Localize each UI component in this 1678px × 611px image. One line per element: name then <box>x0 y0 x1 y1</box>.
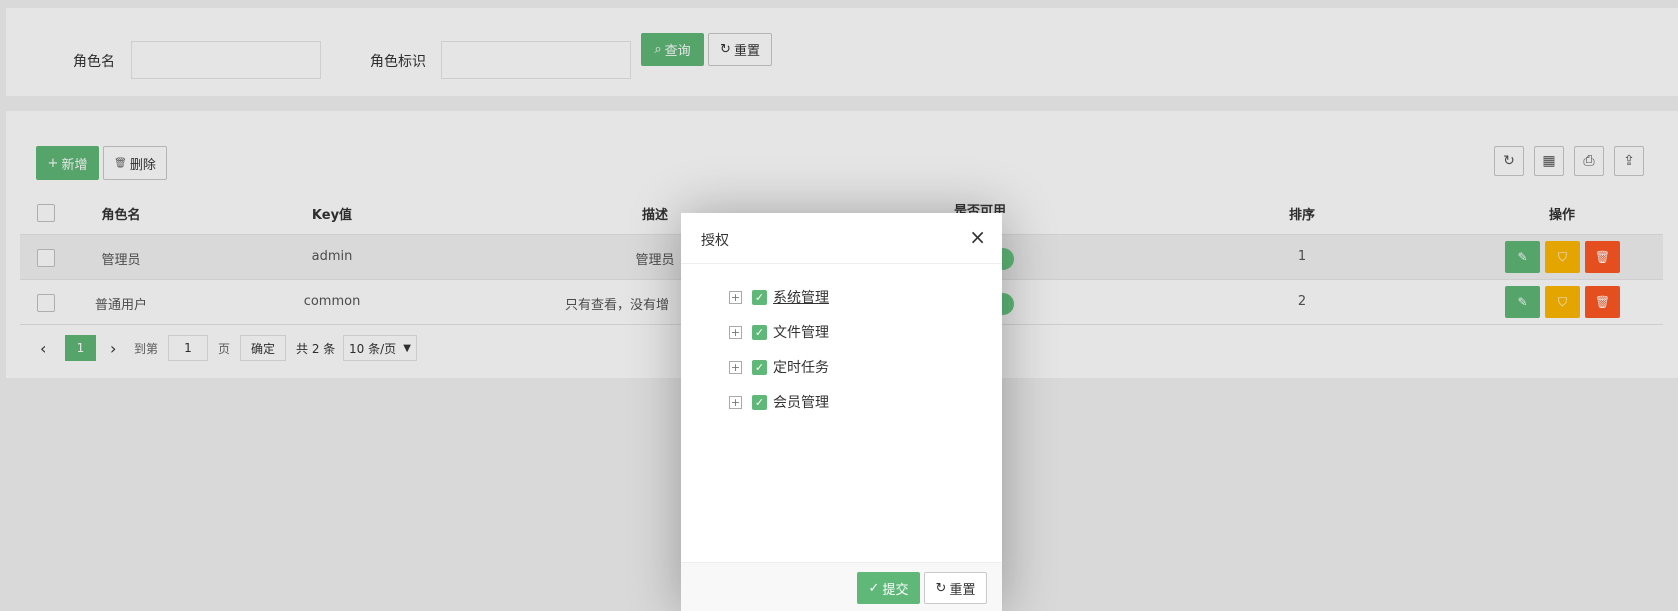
dialog-reset-button[interactable]: ↻ 重置 <box>924 572 987 604</box>
dialog-footer: ✓ 提交 ↻ 重置 <box>681 562 1002 611</box>
expand-icon[interactable]: + <box>729 395 742 409</box>
refresh-icon: ↻ <box>935 580 947 596</box>
check-icon: ✓ <box>868 580 880 596</box>
tree-checkbox[interactable]: ✓ <box>752 324 767 340</box>
close-icon[interactable]: × <box>969 225 986 249</box>
tree-node[interactable]: + ✓ 会员管理 <box>729 392 829 412</box>
tree-node-label: 定时任务 <box>773 360 829 376</box>
tree-node-label: 系统管理 <box>773 290 829 306</box>
tree-node-label: 文件管理 <box>773 325 829 341</box>
tree-node-label: 会员管理 <box>773 395 829 411</box>
tree-checkbox[interactable]: ✓ <box>752 359 767 375</box>
tree-node[interactable]: + ✓ 系统管理 <box>729 287 829 307</box>
expand-icon[interactable]: + <box>729 360 742 374</box>
expand-icon[interactable]: + <box>729 290 742 304</box>
tree-checkbox[interactable]: ✓ <box>752 394 767 410</box>
expand-icon[interactable]: + <box>729 325 742 339</box>
header-status: 是否可用 <box>953 204 1006 213</box>
tree-checkbox[interactable]: ✓ <box>752 289 767 305</box>
tree-node[interactable]: + ✓ 定时任务 <box>729 357 829 377</box>
authorize-dialog: 授权 × + ✓ 系统管理 + ✓ 文件管理 + ✓ 定时任务 + ✓ 会员管理… <box>681 213 1002 611</box>
submit-button[interactable]: ✓ 提交 <box>857 572 920 604</box>
tree-node[interactable]: + ✓ 文件管理 <box>729 322 829 342</box>
dialog-title: 授权 <box>701 233 729 249</box>
